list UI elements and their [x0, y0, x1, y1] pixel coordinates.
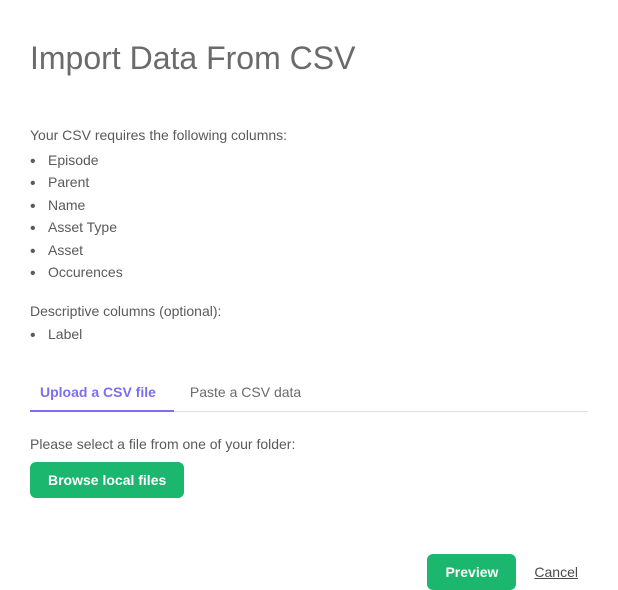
list-item: Asset Type	[30, 216, 588, 238]
list-item: Name	[30, 194, 588, 216]
list-item: Occurences	[30, 261, 588, 283]
footer-actions: Preview Cancel	[30, 554, 588, 590]
optional-columns-label: Descriptive columns (optional):	[30, 303, 588, 319]
list-item: Episode	[30, 149, 588, 171]
browse-files-button[interactable]: Browse local files	[30, 462, 184, 498]
list-item: Asset	[30, 239, 588, 261]
optional-columns-list: Label	[30, 323, 588, 345]
tab-paste-csv[interactable]: Paste a CSV data	[174, 374, 319, 412]
file-select-prompt: Please select a file from one of your fo…	[30, 436, 588, 452]
tab-upload-csv[interactable]: Upload a CSV file	[30, 374, 174, 412]
required-columns-label: Your CSV requires the following columns:	[30, 127, 588, 143]
list-item: Parent	[30, 171, 588, 193]
preview-button[interactable]: Preview	[427, 554, 516, 590]
page-title: Import Data From CSV	[30, 40, 588, 77]
cancel-link[interactable]: Cancel	[534, 564, 578, 580]
list-item: Label	[30, 323, 588, 345]
required-columns-list: Episode Parent Name Asset Type Asset Occ…	[30, 149, 588, 283]
tabs-container: Upload a CSV file Paste a CSV data	[30, 374, 588, 412]
